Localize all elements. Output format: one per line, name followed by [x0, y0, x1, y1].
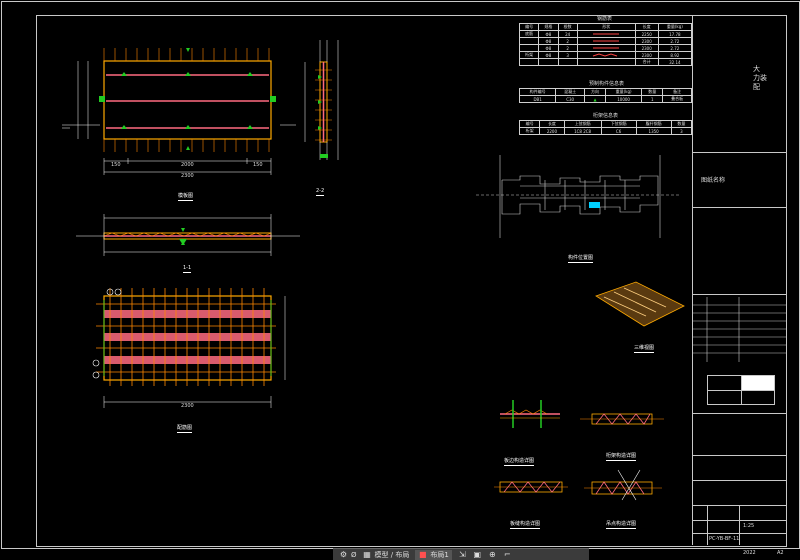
ortho-icon[interactable]: ⌐	[503, 550, 512, 559]
detail-truss	[580, 413, 664, 425]
title-block-logo: 大 力装 配	[753, 65, 767, 92]
taskbar-item-1[interactable]: ▦ 模型 / 布局	[363, 550, 410, 560]
isometric-view	[595, 281, 685, 327]
iso-caption: 三维视图	[634, 345, 655, 353]
key-plan	[476, 155, 680, 238]
gear-icon: ⚙	[339, 550, 348, 559]
year-value: 2022	[743, 550, 756, 556]
taskbar-item-2[interactable]: ■ 布局1	[415, 549, 452, 560]
detail-lifting	[584, 469, 662, 501]
project-title: 图纸名称	[701, 177, 726, 184]
dim-total: 2300	[181, 173, 194, 179]
snap-icon[interactable]: ⊕	[488, 550, 497, 559]
detail-edge	[500, 400, 560, 428]
signature-grid	[693, 297, 786, 362]
plan-caption: 模板图	[178, 193, 194, 201]
keyplan-caption: 构件位置图	[568, 255, 594, 263]
cad-canvas[interactable]	[0, 0, 690, 545]
section-2-2-caption: 2-2	[316, 188, 325, 196]
section-1-1	[76, 214, 300, 256]
section-1-1-caption: 1-1	[183, 265, 192, 273]
page-size: A2	[777, 550, 784, 556]
layers-icon: ▦	[363, 550, 371, 559]
section-2-2	[304, 40, 339, 160]
taskbar-item-0[interactable]: ⚙ Ø	[339, 550, 357, 559]
scale-value: 1:25	[743, 523, 755, 529]
layout-tab-bar: ⚙ Ø ▦ 模型 / 布局 ■ 布局1 ⇲ ▣ ⊕ ⌐	[333, 548, 589, 560]
taskbar-label-1: 模型 / 布局	[374, 550, 410, 559]
stamp-box	[707, 375, 775, 405]
detail4-caption: 吊点构造详图	[606, 521, 637, 529]
arrow-icon[interactable]: ⇲	[458, 550, 467, 559]
logo-line-1: 大	[753, 65, 760, 73]
detail3-caption: 板缝构造详图	[510, 521, 541, 529]
detail1-caption: 板边构造详图	[504, 458, 535, 466]
grid-icon[interactable]: ▣	[473, 550, 482, 559]
detail-joint	[494, 481, 568, 493]
dim-mid: 2000	[181, 162, 194, 168]
taskbar-label-0: Ø	[351, 550, 357, 559]
dim-side-left: 150	[111, 162, 121, 168]
logo-line-2: 力装	[753, 74, 767, 82]
drawing-number: PC-YB-BF-11	[709, 536, 740, 542]
dim-side-right: 150	[253, 162, 263, 168]
rebar-layout-view	[92, 288, 286, 408]
file-icon: ■	[419, 550, 427, 559]
detail2-caption: 桁架构造详图	[606, 453, 637, 461]
logo-line-3: 配	[753, 83, 760, 91]
rebar-caption: 配筋图	[177, 425, 193, 433]
taskbar-label-2: 布局1	[430, 550, 449, 559]
dim-total-rebar: 2300	[181, 403, 194, 409]
plan-view	[62, 48, 296, 175]
title-block: 大 力装 配 图纸名称 1:25 PC-YB-BF-11 2022	[692, 15, 786, 556]
